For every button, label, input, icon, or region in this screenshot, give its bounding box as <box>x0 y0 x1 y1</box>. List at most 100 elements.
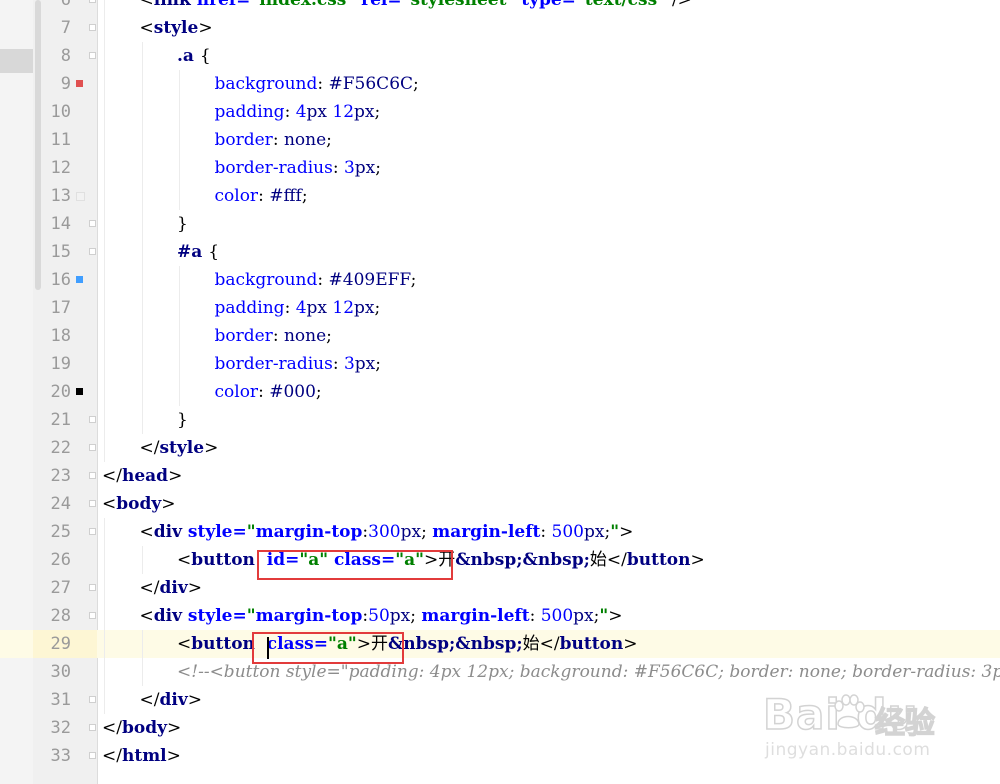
code-line[interactable]: 19 border-radius: 3px; <box>0 350 1000 378</box>
fold-toggle-icon[interactable] <box>89 472 96 479</box>
code-token: > <box>204 438 219 458</box>
code-line[interactable]: 29 <button class="a">开&nbsp;&nbsp;始</butt… <box>0 630 1000 658</box>
code-token: ; <box>374 298 381 318</box>
code-token: 始</ <box>522 634 560 654</box>
code-line[interactable]: 11 border: none; <box>0 126 1000 154</box>
line-number: 31 <box>50 690 71 710</box>
line-number: 28 <box>50 606 71 626</box>
fold-toggle-icon[interactable] <box>89 500 96 507</box>
indent-guide <box>104 210 105 238</box>
code-token: ; <box>375 354 381 374</box>
code-line[interactable]: 16 background: #409EFF; <box>0 266 1000 294</box>
fold-toggle-icon[interactable] <box>89 24 96 31</box>
code-line[interactable]: 14} <box>0 210 1000 238</box>
code-line[interactable]: 27 </div> <box>0 574 1000 602</box>
indent-guide <box>104 658 105 686</box>
code-token: : <box>284 298 296 318</box>
indent-guide <box>104 546 105 574</box>
code-line[interactable]: 22 </style> <box>0 434 1000 462</box>
code-token: ; <box>410 606 422 626</box>
color-swatch-marker <box>76 192 85 201</box>
code-token: padding <box>214 298 285 318</box>
code-token: #000 <box>269 382 316 402</box>
indent-guide <box>104 518 105 546</box>
indent-guide <box>179 322 180 350</box>
code-line[interactable]: 21} <box>0 406 1000 434</box>
code-token: : <box>284 102 296 122</box>
code-token: > <box>187 690 202 710</box>
code-line[interactable]: 28 <div style="margin-top:50px; margin-le… <box>0 602 1000 630</box>
code-token: 12 <box>332 102 355 122</box>
code-line[interactable]: 26 <button id="a" class="a">开&nbsp;&nbsp;… <box>0 546 1000 574</box>
code-line[interactable]: 25 <div style="margin-top:300px; margin-l… <box>0 518 1000 546</box>
code-text: #a { <box>177 238 219 266</box>
fold-toggle-icon[interactable] <box>89 220 96 227</box>
code-text: </div> <box>140 574 202 602</box>
code-token: none <box>283 326 327 346</box>
code-line[interactable]: 10 padding: 4px 12px; <box>0 98 1000 126</box>
code-text: background: #409EFF; <box>215 266 417 294</box>
code-token: color <box>214 186 259 206</box>
fold-toggle-icon[interactable] <box>89 752 96 759</box>
code-line[interactable]: 20 color: #000; <box>0 378 1000 406</box>
code-area[interactable]: 6 <link href="index.css" rel="stylesheet"… <box>0 0 1000 784</box>
code-token: 500 <box>551 522 584 542</box>
code-token: style= <box>187 606 247 626</box>
fold-toggle-icon[interactable] <box>89 584 96 591</box>
code-text: border: none; <box>215 322 332 350</box>
fold-toggle-icon[interactable] <box>89 612 96 619</box>
code-token: : <box>529 606 541 626</box>
indent-guide <box>141 350 143 378</box>
code-token: { <box>199 46 211 66</box>
code-line[interactable]: 30 <!--<button style="padding: 4px 12px; … <box>0 658 1000 686</box>
code-line[interactable]: 23 </head> <box>0 462 1000 490</box>
code-line[interactable]: 18 border: none; <box>0 322 1000 350</box>
color-swatch-marker <box>76 388 83 395</box>
code-token: : <box>317 270 329 290</box>
code-token: : <box>272 326 284 346</box>
code-text: <div style="margin-top:50px; margin-left… <box>140 602 623 630</box>
fold-toggle-icon[interactable] <box>89 416 96 423</box>
code-token: "index.css" <box>250 0 362 10</box>
code-token: } <box>177 410 188 430</box>
code-token: px <box>354 354 376 374</box>
code-line[interactable]: 9 background: #F56C6C; <box>0 70 1000 98</box>
code-token: ; <box>421 522 433 542</box>
fold-toggle-icon[interactable] <box>89 52 96 59</box>
fold-toggle-icon[interactable] <box>89 248 96 255</box>
code-token: < <box>139 522 154 542</box>
code-text: border-radius: 3px; <box>215 154 382 182</box>
fold-toggle-icon[interactable] <box>89 444 96 451</box>
code-line[interactable]: 8 .a { <box>0 42 1000 70</box>
code-token: { <box>208 242 220 262</box>
fold-toggle-icon[interactable] <box>89 696 96 703</box>
code-editor[interactable]: 6 <link href="index.css" rel="stylesheet"… <box>0 0 1000 784</box>
indent-guide <box>104 686 105 714</box>
indent-guide <box>104 14 105 42</box>
code-line[interactable]: 24 <body> <box>0 490 1000 518</box>
code-line[interactable]: 15 #a { <box>0 238 1000 266</box>
indent-guide <box>104 434 105 462</box>
code-line[interactable]: 12 border-radius: 3px; <box>0 154 1000 182</box>
code-token: 3 <box>343 354 355 374</box>
code-token: &nbsp;&nbsp; <box>455 550 590 570</box>
line-number: 7 <box>60 18 71 38</box>
code-text: color: #000; <box>215 378 322 406</box>
code-token: < <box>102 494 117 514</box>
code-line[interactable]: 7 <style> <box>0 14 1000 42</box>
line-number: 8 <box>60 46 71 66</box>
code-line[interactable]: 6 <link href="index.css" rel="stylesheet"… <box>0 0 1000 14</box>
code-token: 50 <box>368 606 390 626</box>
indent-guide <box>141 658 143 686</box>
fold-toggle-icon[interactable] <box>89 528 96 535</box>
code-token: px <box>354 158 376 178</box>
code-line[interactable]: 17 padding: 4px 12px; <box>0 294 1000 322</box>
indent-guide <box>179 154 180 182</box>
fold-toggle-icon[interactable] <box>89 0 96 3</box>
code-token: margin-left <box>421 606 530 626</box>
indent-guide <box>141 294 143 322</box>
code-text: <div style="margin-top:300px; margin-lef… <box>140 518 634 546</box>
fold-toggle-icon[interactable] <box>89 724 96 731</box>
code-token: > <box>187 578 202 598</box>
code-line[interactable]: 13 color: #fff; <box>0 182 1000 210</box>
